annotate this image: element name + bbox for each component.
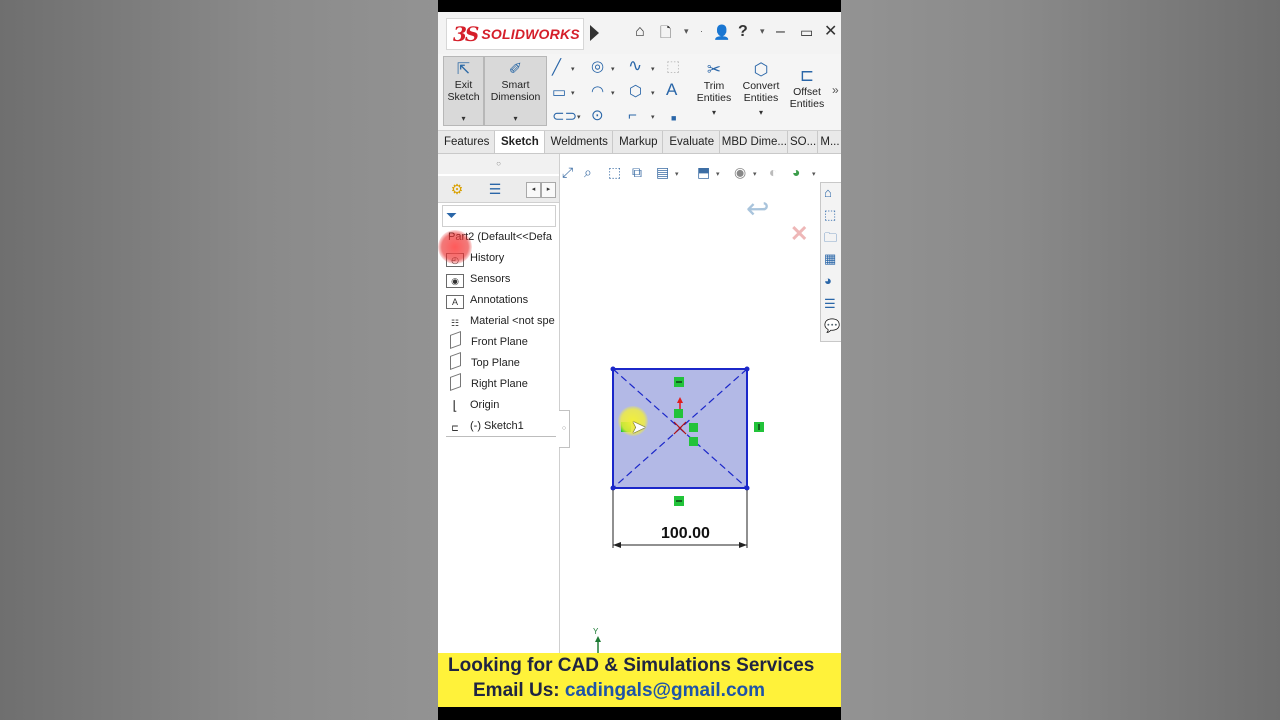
- banner-email-link[interactable]: cadingals@gmail.com: [565, 680, 765, 701]
- midpoint-relation-icon[interactable]: [674, 409, 683, 418]
- global-origin-arrow-icon: [595, 636, 601, 642]
- letterbox-bottom: [438, 707, 841, 720]
- banner-headline: Looking for CAD & Simulations Services: [448, 655, 815, 676]
- midpoint-relation-icon[interactable]: [689, 423, 698, 432]
- app-window: 3S SOLIDWORKS ⌂ 🗋 ▾ · 👤 ? ▾ – ▭ ✕ ⇱ Exit…: [438, 0, 841, 720]
- video-blur-right: [841, 0, 1280, 720]
- corner-point[interactable]: [610, 366, 616, 372]
- mouse-pointer-icon: ➤: [631, 417, 647, 437]
- dimension-arrow-icon: [613, 542, 621, 548]
- corner-point[interactable]: [610, 485, 616, 491]
- dimension-arrow-icon: [739, 542, 747, 548]
- corner-point[interactable]: [744, 485, 750, 491]
- midpoint-relation-icon[interactable]: [689, 437, 698, 446]
- promo-banner: Looking for CAD & Simulations Services E…: [438, 653, 841, 707]
- dimension-value[interactable]: 100.00: [661, 525, 710, 543]
- video-blur-left: [0, 0, 438, 720]
- banner-email-label: Email Us:: [473, 680, 565, 701]
- origin-y-label: Y: [593, 627, 599, 636]
- banner-contact: Email Us: cadingals@gmail.com: [473, 680, 765, 702]
- sketch-canvas[interactable]: [438, 0, 841, 720]
- corner-point[interactable]: [744, 366, 750, 372]
